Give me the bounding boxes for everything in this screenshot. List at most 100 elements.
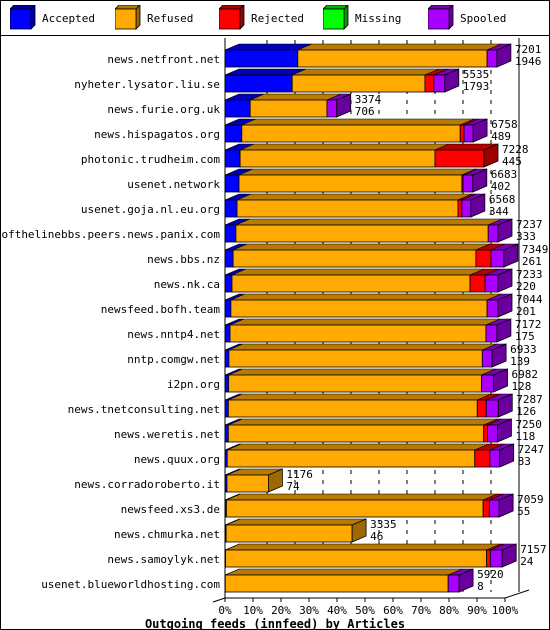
bar-segment-rejected xyxy=(424,74,435,93)
bar-row: news.tnetconsulting.net7287126 xyxy=(68,393,543,418)
category-label: nyheter.lysator.liu.se xyxy=(74,78,220,91)
accepted-value-label: 201 xyxy=(516,305,536,318)
category-label: usenet.blueworldhosting.com xyxy=(41,578,220,591)
bar-segment-spooled xyxy=(488,499,500,518)
bar-segment-spooled xyxy=(481,349,493,368)
bar-segment-accepted xyxy=(224,199,238,218)
accepted-value-label: 46 xyxy=(370,530,383,543)
bar-row: news.nk.ca7233220 xyxy=(154,268,543,293)
bar-segment-refused xyxy=(224,574,449,593)
bar-segment-refused xyxy=(226,449,476,468)
bar-segment-accepted xyxy=(224,149,241,168)
category-label: news.hispagatos.org xyxy=(94,128,220,141)
accepted-value-label: 126 xyxy=(516,405,536,418)
x-tick-label: 30% xyxy=(299,604,319,617)
bar-row: news.chmurka.net333546 xyxy=(114,518,397,543)
bar-segment-refused xyxy=(225,499,484,518)
bar-segment-spooled xyxy=(462,174,474,193)
category-label: news.samoylyk.net xyxy=(107,553,220,566)
bar-segment-refused xyxy=(239,149,436,168)
bar-segment-refused xyxy=(228,349,483,368)
bar-top-refused xyxy=(229,318,501,326)
bar-top-refused xyxy=(227,443,489,451)
floor-line-left xyxy=(212,597,226,603)
bar-segment-accepted xyxy=(224,174,240,193)
bar-row: nyheter.lysator.liu.se55351793 xyxy=(74,68,489,93)
bar-row: news.netfront.net72011946 xyxy=(107,43,541,68)
bar-segment-accepted xyxy=(224,49,299,68)
bar-segment-refused xyxy=(225,549,487,568)
bar-top-refused xyxy=(236,193,473,201)
x-tick-label: 0% xyxy=(218,604,232,617)
bar-segment-refused xyxy=(297,49,488,68)
bar-segment-refused xyxy=(227,424,485,443)
x-tick-label: 60% xyxy=(383,604,403,617)
bar-segment-refused xyxy=(226,474,269,493)
category-label: usenet.network xyxy=(127,178,220,191)
bar-segment-spooled xyxy=(326,99,338,118)
bar-segment-accepted xyxy=(224,299,232,318)
bar-segment-refused xyxy=(231,274,471,293)
bar-top-refused xyxy=(241,118,475,126)
bar-row: news.samoylyk.net715724 xyxy=(107,543,546,568)
category-label: photonic.trudheim.com xyxy=(81,153,220,166)
bar-row: newsfeed.bofh.team7044201 xyxy=(101,293,543,318)
bar-segment-spooled xyxy=(486,49,498,68)
accepted-value-label: 139 xyxy=(510,355,530,368)
accepted-value-label: 1793 xyxy=(463,80,490,93)
x-tick-label: 90% xyxy=(467,604,487,617)
bar-top-refused xyxy=(292,68,440,76)
bar-row: usenet.network6683402 xyxy=(127,168,517,193)
bar-top-refused xyxy=(228,418,498,426)
bar-top-refused xyxy=(235,218,503,226)
bar-row: photonic.trudheim.com7228445 xyxy=(81,143,529,168)
chart-title: Outgoing feeds (innfeed) by Articles xyxy=(145,617,405,630)
bar-top-refused xyxy=(297,43,502,51)
category-label: news.chmurka.net xyxy=(114,528,220,541)
bar-top-refused xyxy=(240,143,450,151)
bar-top-refused xyxy=(233,243,490,251)
bar-segment-spooled xyxy=(485,324,498,343)
stacked-bar-chart: 0% 10% 20% 30% 40% 50% 60% 70% 80% 90% 100% Outgoin… xyxy=(0,38,548,630)
bar-segment-rejected xyxy=(474,449,491,468)
bar-segment-accepted xyxy=(224,349,230,368)
bar-top-refused xyxy=(228,343,497,351)
bar-row: news.furie.org.uk3374706 xyxy=(107,93,381,118)
bar-segment-refused xyxy=(236,199,459,218)
bar-top-refused xyxy=(230,293,502,301)
bar-segment-refused xyxy=(232,249,477,268)
accepted-value-label: 8 xyxy=(477,580,484,593)
bar-segment-spooled xyxy=(433,74,446,93)
bar-segment-rejected xyxy=(457,199,463,218)
bar-top-refused xyxy=(250,93,342,101)
bar-segment-spooled xyxy=(481,374,494,393)
bar-segment-spooled xyxy=(463,124,474,143)
bar-segment-accepted xyxy=(224,224,237,243)
bar-segment-spooled xyxy=(447,574,460,593)
bar-segment-rejected xyxy=(434,149,485,168)
accepted-value-label: 128 xyxy=(512,380,532,393)
bar-segment-refused xyxy=(225,524,353,543)
accepted-value-label: 55 xyxy=(517,505,530,518)
bar-segment-accepted xyxy=(224,249,234,268)
accepted-value-label: 1946 xyxy=(515,55,542,68)
accepted-value-label: 83 xyxy=(518,455,531,468)
x-tick-label: 80% xyxy=(439,604,459,617)
category-label: news.tnetconsulting.net xyxy=(68,403,220,416)
bar-segment-accepted xyxy=(224,399,229,418)
floor-line-right xyxy=(504,589,530,599)
bar-segment-rejected xyxy=(469,274,486,293)
x-tick-label: 100% xyxy=(492,604,519,617)
category-label: news.nntp4.net xyxy=(127,328,220,341)
bar-segment-accepted xyxy=(224,74,293,93)
accepted-value-label: 445 xyxy=(502,155,522,168)
accepted-value-label: 175 xyxy=(515,330,535,343)
bar-row: news.hispagatos.org6758489 xyxy=(94,118,517,143)
bar-top-refused xyxy=(238,168,476,176)
category-label: news.quux.org xyxy=(134,453,220,466)
category-label: nntp.comgw.net xyxy=(127,353,220,366)
bar-segment-rejected xyxy=(476,399,487,418)
accepted-value-label: 344 xyxy=(489,205,509,218)
bar-segment-rejected xyxy=(486,549,491,568)
bar-segment-accepted xyxy=(224,124,243,143)
